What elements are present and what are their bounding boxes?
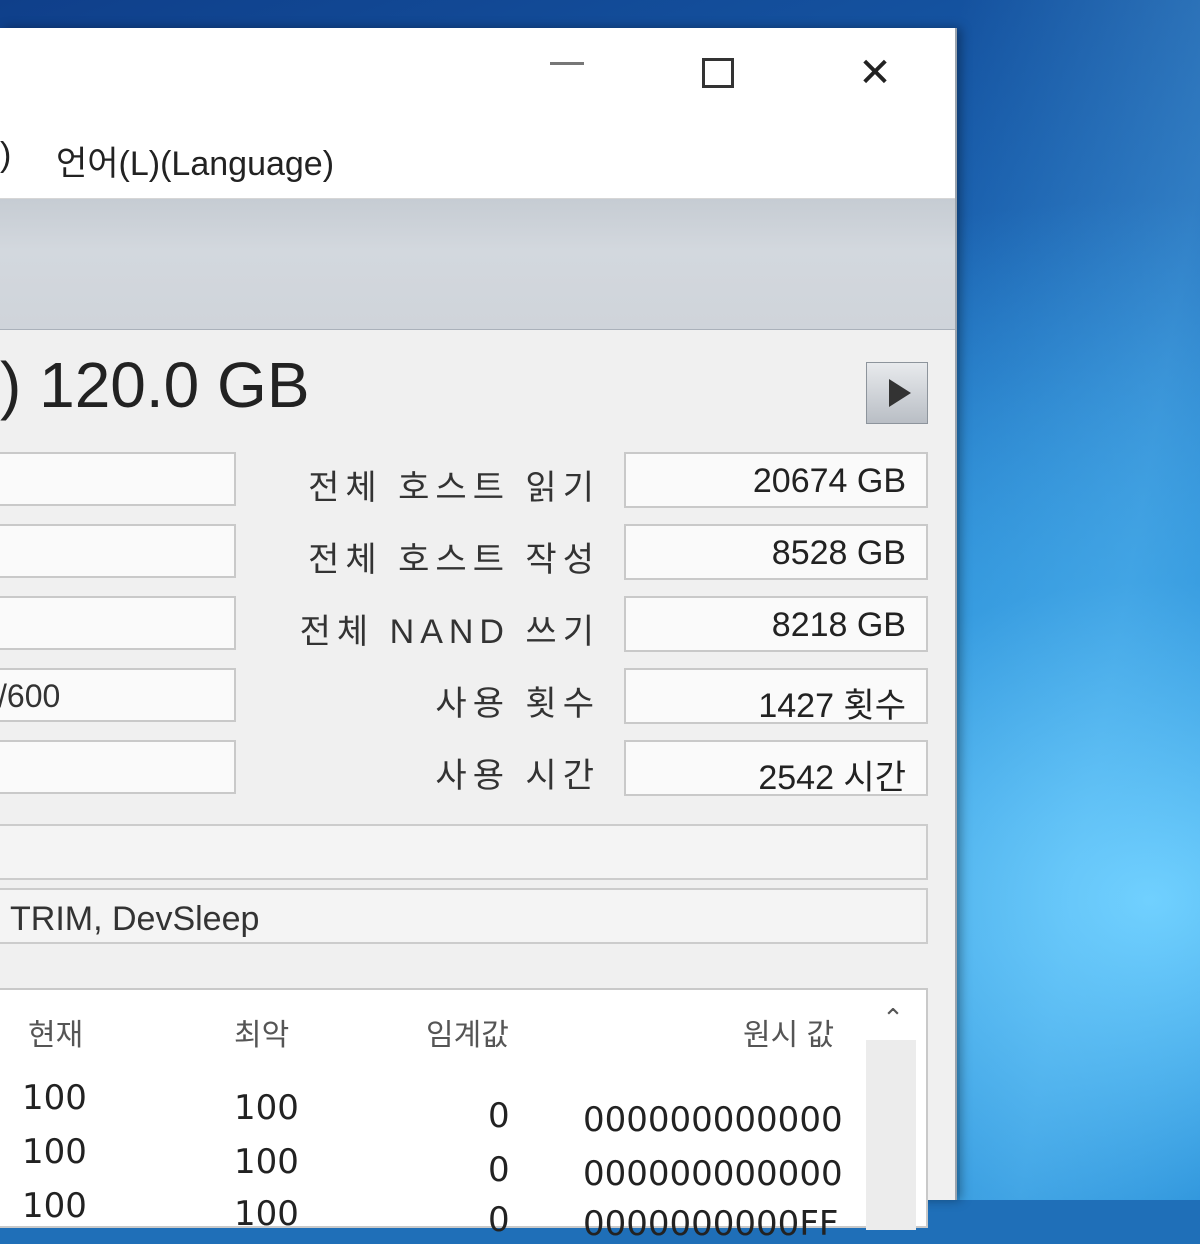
power-on-hours-value: 2542 시간 (624, 740, 928, 797)
info-field-3 (0, 596, 236, 650)
play-icon (889, 379, 911, 407)
total-nand-writes-label: 전체 NAND 쓰기 (299, 613, 600, 651)
row3-worst: 100 (234, 1194, 299, 1234)
scroll-up-button[interactable]: ⌃ (873, 1000, 913, 1036)
transfer-mode-field: /600 (0, 668, 236, 722)
info-field-2 (0, 524, 236, 578)
supported-features: TRIM, DevSleep (0, 888, 928, 944)
row2-raw: 000000000000 (583, 1154, 843, 1194)
maximize-button[interactable] (663, 38, 773, 108)
minimize-icon (550, 61, 584, 65)
total-host-reads-label: 전체 호스트 읽기 (308, 469, 600, 507)
power-on-hours-label: 사용 시간 (435, 757, 600, 795)
total-host-writes-value: 8528 GB (624, 524, 928, 580)
info-field-5 (0, 740, 236, 794)
total-host-writes-label: 전체 호스트 작성 (308, 541, 600, 579)
menu-item-help-cutoff[interactable]: ) (0, 136, 11, 175)
row2-threshold: 0 (488, 1150, 510, 1190)
wallpaper-light-beam (960, 0, 1200, 1200)
title-bar: ✕ (0, 28, 955, 118)
menu-bar: ) 언어(L)(Language) (0, 118, 955, 199)
app-window: ✕ ) 언어(L)(Language) ) 120.0 GB /600 전체 호… (0, 28, 957, 1244)
close-button[interactable]: ✕ (820, 38, 930, 108)
power-on-count-value: 1427 횟수 (624, 668, 928, 725)
disk-title: ) 120.0 GB (0, 349, 310, 421)
total-host-reads-value: 20674 GB (624, 452, 928, 508)
total-nand-writes-value: 8218 GB (624, 596, 928, 652)
row3-current: 100 (22, 1186, 87, 1226)
drive-selector-band (0, 199, 955, 330)
maximize-icon (702, 58, 734, 88)
col-header-current[interactable]: 현재 (28, 1010, 83, 1054)
power-on-count-label: 사용 횟수 (435, 685, 600, 723)
smart-attributes-table[interactable]: 현재 최악 임계값 원시 값 ⌃ 100 100 0 000000000000 … (0, 988, 928, 1244)
row1-current: 100 (22, 1078, 87, 1118)
col-header-threshold[interactable]: 임계값 (426, 1010, 509, 1054)
features-row-1 (0, 824, 928, 880)
row3-threshold: 0 (488, 1200, 510, 1240)
chevron-up-icon: ⌃ (882, 1002, 904, 1033)
row2-current: 100 (22, 1132, 87, 1172)
row1-worst: 100 (234, 1088, 299, 1128)
row1-threshold: 0 (488, 1096, 510, 1136)
next-disk-button[interactable] (866, 362, 928, 424)
row1-raw: 000000000000 (583, 1100, 843, 1140)
menu-item-language[interactable]: 언어(L)(Language) (56, 136, 334, 185)
col-header-raw[interactable]: 원시 값 (743, 1010, 834, 1054)
info-field-1 (0, 452, 236, 506)
row2-worst: 100 (234, 1142, 299, 1182)
close-icon: ✕ (858, 51, 892, 95)
scrollbar-track[interactable] (866, 1040, 916, 1230)
row3-raw: 0000000000FF (583, 1204, 839, 1244)
minimize-button[interactable] (512, 38, 622, 108)
col-header-worst[interactable]: 최악 (234, 1010, 289, 1054)
